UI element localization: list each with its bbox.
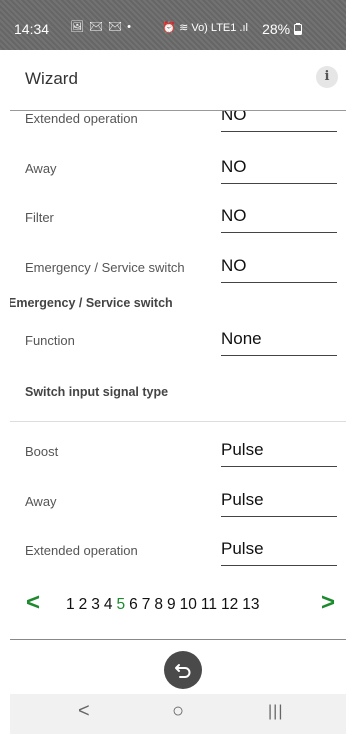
setting-row-extended-operation-signal[interactable]: Extended operation Pulse — [10, 537, 346, 583]
setting-label: Emergency / Service switch — [25, 260, 185, 275]
info-icon[interactable]: i — [316, 66, 338, 88]
setting-label: Away — [25, 161, 57, 176]
section-title-emergency: Emergency / Service switch — [10, 296, 173, 310]
page-numbers: 1 2 3 4 5 6 7 8 9 10 11 12 13 — [66, 596, 263, 614]
nav-home-icon[interactable]: ○ — [172, 700, 184, 723]
battery-icon — [294, 23, 302, 35]
next-page-button[interactable]: > — [321, 589, 335, 617]
page-title: Wizard — [25, 69, 78, 88]
back-button[interactable] — [164, 651, 202, 689]
page-link-current[interactable]: 5 — [117, 596, 126, 613]
setting-value[interactable]: NO — [221, 256, 337, 283]
battery-level: 28% — [262, 21, 302, 37]
page-link[interactable]: 4 — [104, 596, 113, 613]
page-link[interactable]: 6 — [129, 596, 138, 613]
setting-row-away-signal[interactable]: Away Pulse — [10, 488, 346, 534]
setting-label: Extended operation — [25, 543, 138, 558]
page-link[interactable]: 7 — [142, 596, 151, 613]
wizard-content[interactable]: Extended operation NO Away NO Filter NO … — [10, 111, 346, 639]
setting-row-boost[interactable]: Boost Pulse — [10, 438, 346, 484]
nav-recents-icon[interactable]: ||| — [268, 703, 283, 721]
setting-value[interactable]: Pulse — [221, 440, 337, 467]
page-link[interactable]: 12 — [221, 596, 238, 613]
section-title-switch-signal: Switch input signal type — [25, 385, 169, 399]
setting-value[interactable]: Pulse — [221, 539, 337, 566]
setting-label: Function — [25, 333, 75, 348]
setting-row-emergency-switch[interactable]: Emergency / Service switch NO — [10, 254, 346, 300]
setting-label: Boost — [25, 444, 59, 459]
page-link[interactable]: 9 — [167, 596, 176, 613]
app-bar: Wizard i — [10, 50, 346, 110]
setting-label: Filter — [25, 210, 54, 225]
page-link[interactable]: 2 — [79, 596, 88, 613]
system-nav-bar: < ○ ||| — [10, 694, 346, 734]
status-bar: 14:34 🖼 ✉ ✉ • ⏰ ≋ Vo) LTE1 .ıl 28% — [0, 0, 346, 50]
page-link[interactable]: 1 — [66, 596, 75, 613]
setting-label: Extended operation — [25, 111, 138, 126]
page-link[interactable]: 13 — [242, 596, 259, 613]
setting-row-filter[interactable]: Filter NO — [10, 204, 346, 250]
page-link[interactable]: 11 — [201, 596, 217, 613]
bottom-divider — [10, 639, 346, 640]
setting-label: Away — [25, 494, 57, 509]
previous-page-button[interactable]: < — [26, 589, 40, 617]
undo-icon — [175, 664, 191, 678]
signal-icons: ⏰ ≋ Vo) LTE1 .ıl — [162, 22, 248, 34]
wizard-pager: < 1 2 3 4 5 6 7 8 9 10 11 12 13 > — [10, 585, 346, 625]
setting-value[interactable]: NO — [221, 157, 337, 184]
setting-value[interactable]: NO — [221, 111, 337, 132]
page-link[interactable]: 3 — [91, 596, 100, 613]
notification-icons: 🖼 ✉ ✉ • — [70, 21, 132, 33]
setting-row-extended-operation[interactable]: Extended operation NO — [10, 111, 346, 151]
setting-value[interactable]: None — [221, 329, 337, 356]
setting-value[interactable]: Pulse — [221, 490, 337, 517]
setting-row-away[interactable]: Away NO — [10, 155, 346, 201]
status-time: 14:34 — [14, 21, 50, 37]
setting-value[interactable]: NO — [221, 206, 337, 233]
setting-row-function[interactable]: Function None — [10, 327, 346, 373]
page-link[interactable]: 10 — [180, 596, 197, 613]
nav-back-icon[interactable]: < — [78, 700, 90, 723]
section-divider — [10, 421, 346, 422]
page-link[interactable]: 8 — [154, 596, 163, 613]
